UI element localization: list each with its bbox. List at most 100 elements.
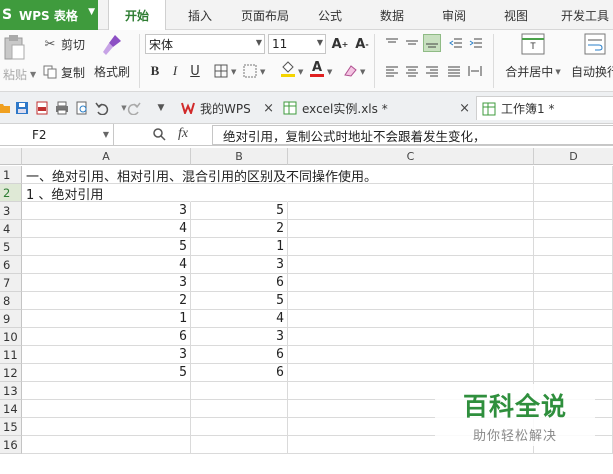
row-header[interactable]: 8 <box>0 292 22 310</box>
copy-button[interactable]: 复制 <box>42 63 85 81</box>
cut-button[interactable]: ✂ 剪切 <box>42 35 85 53</box>
row-header[interactable]: 9 <box>0 310 22 328</box>
row-header[interactable]: 13 <box>0 382 22 400</box>
cell-d3[interactable] <box>534 202 613 220</box>
cell-d9[interactable] <box>534 310 613 328</box>
cell-d8[interactable] <box>534 292 613 310</box>
row-header[interactable]: 1 <box>0 166 22 184</box>
row-header[interactable]: 4 <box>0 220 22 238</box>
chevron-down-icon[interactable]: ▼ <box>231 68 236 76</box>
zoom-icon[interactable] <box>152 127 166 144</box>
cell-c5[interactable] <box>288 238 534 256</box>
cell-a13[interactable] <box>22 382 191 400</box>
column-header-d[interactable]: D <box>534 148 613 165</box>
tab-developer[interactable]: 开发工具 <box>554 0 613 30</box>
redo-icon[interactable] <box>126 100 142 116</box>
cell-b9[interactable]: 4 <box>191 310 288 328</box>
align-top-icon[interactable] <box>383 34 401 52</box>
undo-icon[interactable] <box>94 100 110 116</box>
doc-tab-my-wps[interactable]: 我的WPS × <box>178 96 278 120</box>
save-icon[interactable] <box>14 100 30 116</box>
chevron-down-icon[interactable]: ▼ <box>360 68 365 76</box>
cell-b6[interactable]: 3 <box>191 256 288 274</box>
cell-c10[interactable] <box>288 328 534 346</box>
cell-b12[interactable]: 6 <box>191 364 288 382</box>
fx-icon[interactable]: fx <box>178 126 188 142</box>
italic-button[interactable]: I <box>166 62 184 80</box>
border-icon[interactable] <box>212 62 230 80</box>
cell-a16[interactable] <box>22 436 191 454</box>
cell-a8[interactable]: 2 <box>22 292 191 310</box>
cell-a2-text[interactable]: 1 、绝对引用 <box>24 184 103 203</box>
cell-d1[interactable] <box>534 166 613 184</box>
cell-a12[interactable]: 5 <box>22 364 191 382</box>
indent-decrease-icon[interactable] <box>447 34 465 52</box>
app-menu-button[interactable]: S WPS 表格 ▼ <box>0 0 98 30</box>
cell-a7[interactable]: 3 <box>22 274 191 292</box>
doc-tab-excel-example[interactable]: excel实例.xls * × <box>280 96 474 120</box>
cell-b15[interactable] <box>191 418 288 436</box>
row-header[interactable]: 6 <box>0 256 22 274</box>
row-header[interactable]: 3 <box>0 202 22 220</box>
cell-c3[interactable] <box>288 202 534 220</box>
tab-data[interactable]: 数据 <box>370 0 414 30</box>
cell-b10[interactable]: 3 <box>191 328 288 346</box>
cell-a15[interactable] <box>22 418 191 436</box>
font-color-icon[interactable]: A <box>308 60 326 78</box>
clear-format-icon[interactable] <box>341 62 359 80</box>
bold-button[interactable]: B <box>146 62 164 80</box>
cell-b5[interactable]: 1 <box>191 238 288 256</box>
fill-color-icon[interactable] <box>279 60 297 78</box>
cell-c9[interactable] <box>288 310 534 328</box>
align-middle-icon[interactable] <box>403 34 421 52</box>
close-icon[interactable]: × <box>263 101 274 116</box>
cell-a4[interactable]: 4 <box>22 220 191 238</box>
cell-d4[interactable] <box>534 220 613 238</box>
row-header[interactable]: 10 <box>0 328 22 346</box>
paste-dropdown-icon[interactable]: ▼ <box>30 70 36 79</box>
row-header[interactable]: 16 <box>0 436 22 454</box>
column-header-a[interactable]: A <box>22 148 191 165</box>
underline-button[interactable]: U <box>186 62 204 80</box>
cell-c6[interactable] <box>288 256 534 274</box>
cell-b4[interactable]: 2 <box>191 220 288 238</box>
cell-d10[interactable] <box>534 328 613 346</box>
row-header[interactable]: 7 <box>0 274 22 292</box>
distribute-icon[interactable] <box>466 62 484 80</box>
cell-d11[interactable] <box>534 346 613 364</box>
row-header[interactable]: 14 <box>0 400 22 418</box>
cell-c11[interactable] <box>288 346 534 364</box>
doc-tab-workbook1[interactable]: 工作簿1 * <box>476 96 613 120</box>
cell-b11[interactable]: 6 <box>191 346 288 364</box>
format-painter-button[interactable]: 格式刷 <box>93 33 131 85</box>
cell-c4[interactable] <box>288 220 534 238</box>
cell-b14[interactable] <box>191 400 288 418</box>
align-bottom-icon[interactable] <box>423 34 441 52</box>
cell-c8[interactable] <box>288 292 534 310</box>
row-header[interactable]: 5 <box>0 238 22 256</box>
open-folder-icon[interactable] <box>0 100 12 116</box>
indent-increase-icon[interactable] <box>467 34 485 52</box>
customize-toolbar-icon[interactable]: ▼ <box>153 100 169 116</box>
tab-page-layout[interactable]: 页面布局 <box>232 0 298 30</box>
merge-center-button[interactable]: T 合并居中 ▼ <box>500 33 566 85</box>
column-header-c[interactable]: C <box>288 148 534 165</box>
increase-font-icon[interactable]: A + <box>331 35 349 53</box>
font-size-select[interactable]: 11 ▼ <box>268 34 326 54</box>
paste-button[interactable]: 粘贴 <box>0 34 30 88</box>
chevron-down-icon[interactable]: ▼ <box>298 68 303 76</box>
cell-d12[interactable] <box>534 364 613 382</box>
close-icon[interactable]: × <box>459 101 470 116</box>
cell-d5[interactable] <box>534 238 613 256</box>
row-header[interactable]: 15 <box>0 418 22 436</box>
cell-c7[interactable] <box>288 274 534 292</box>
print-icon[interactable] <box>54 100 70 116</box>
cell-c12[interactable] <box>288 364 534 382</box>
row-header[interactable]: 2 <box>0 184 22 202</box>
cell-b8[interactable]: 5 <box>191 292 288 310</box>
column-header-b[interactable]: B <box>191 148 288 165</box>
tab-insert[interactable]: 插入 <box>178 0 222 30</box>
wrap-text-button[interactable]: 自动换行 <box>570 33 613 85</box>
tab-view[interactable]: 视图 <box>494 0 538 30</box>
name-box[interactable]: F2 ▼ <box>0 124 114 146</box>
